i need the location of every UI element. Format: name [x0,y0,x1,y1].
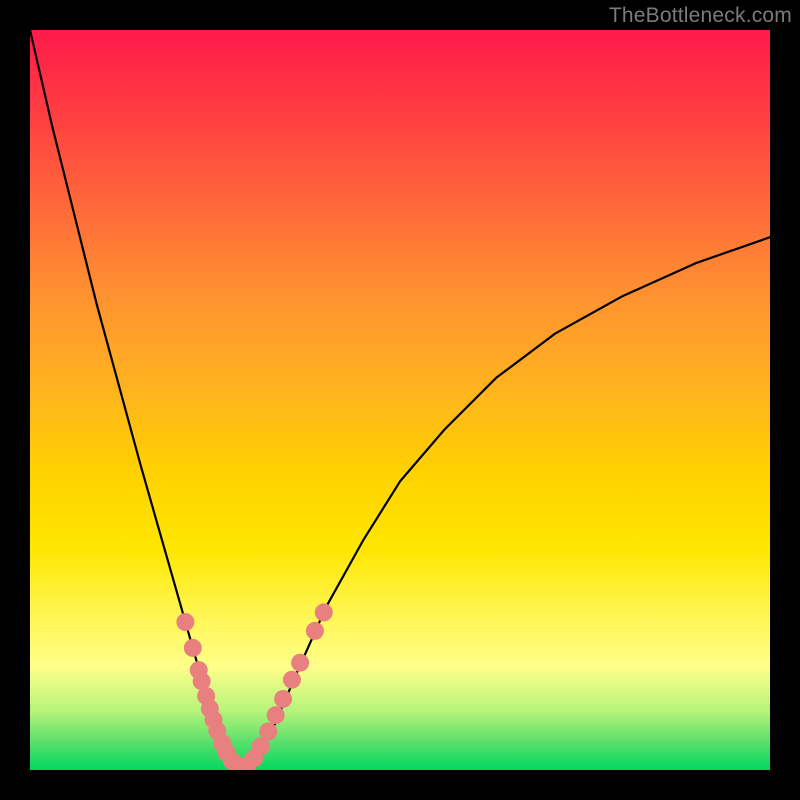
watermark-text: TheBottleneck.com [609,4,792,28]
curve-marker [176,613,194,631]
curve-marker [274,690,292,708]
curve-marker [267,706,285,724]
bottleneck-curve [30,30,770,767]
chart-stage: TheBottleneck.com [0,0,800,800]
plot-area [30,30,770,770]
chart-svg [30,30,770,770]
curve-marker [283,671,301,689]
marker-group [176,603,332,770]
curve-marker [259,723,277,741]
curve-marker [184,639,202,657]
curve-marker [306,622,324,640]
curve-marker [291,654,309,672]
curve-marker [315,603,333,621]
